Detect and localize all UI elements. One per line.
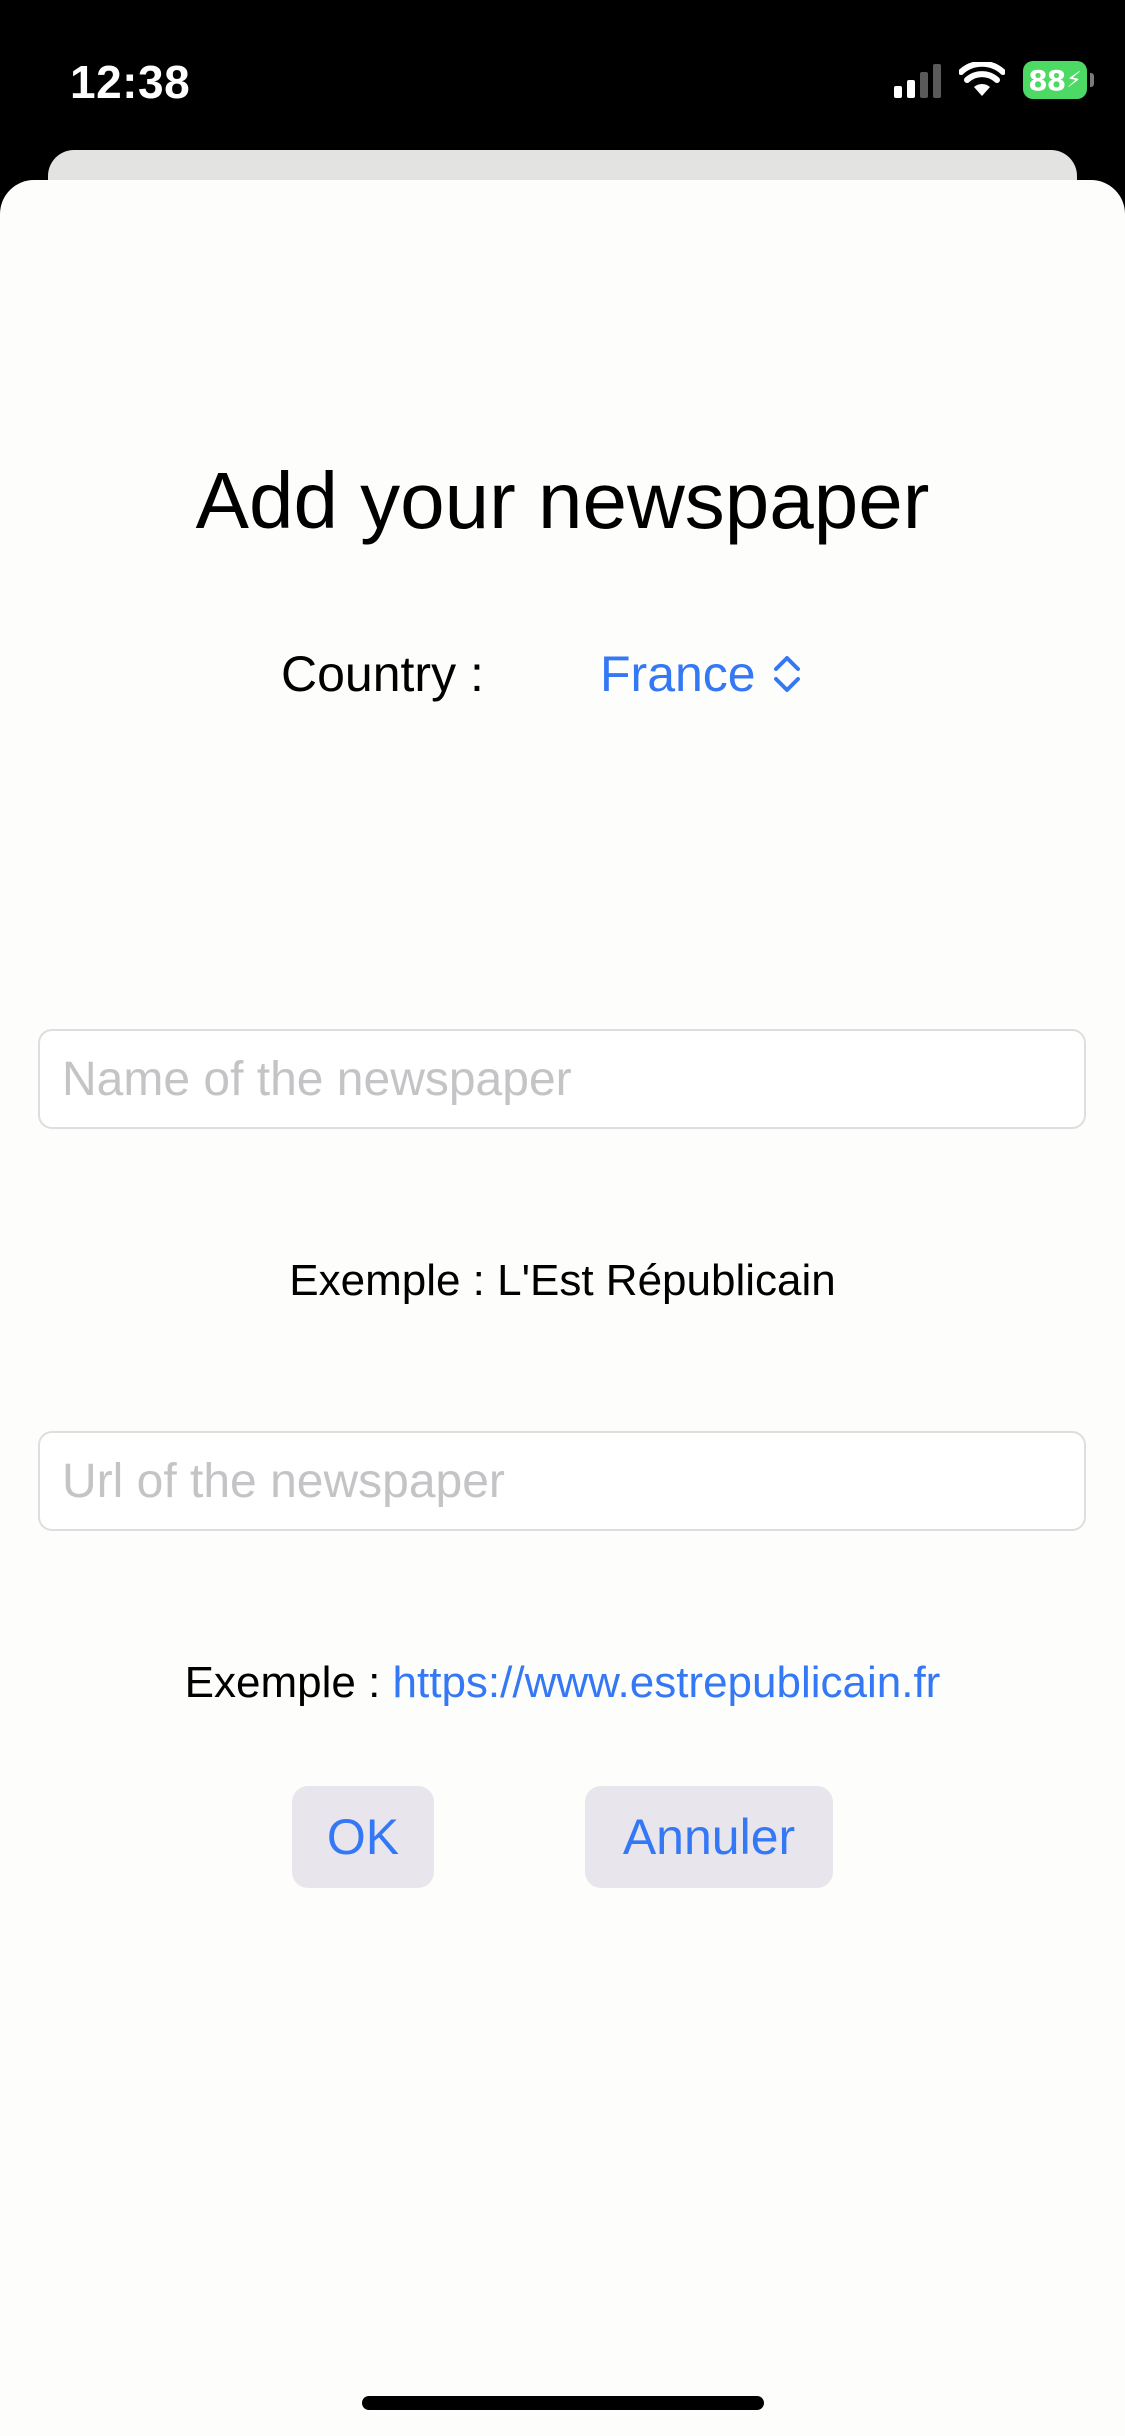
cellular-signal-icon bbox=[894, 62, 941, 98]
url-example-prefix: Exemple : bbox=[184, 1658, 393, 1707]
status-icons: 88 ⚡ bbox=[894, 58, 1094, 102]
country-row: Country : France bbox=[0, 645, 1125, 715]
ok-button[interactable]: OK bbox=[292, 1786, 434, 1888]
name-example-prefix: Exemple : bbox=[289, 1256, 498, 1305]
battery-charging-icon: 88 ⚡ bbox=[1023, 61, 1094, 99]
name-example: Exemple : L'Est Républicain bbox=[0, 1256, 1125, 1306]
battery-level: 88 bbox=[1028, 63, 1066, 97]
cancel-button[interactable]: Annuler bbox=[585, 1786, 833, 1888]
wifi-icon bbox=[959, 62, 1005, 96]
status-bar: 12:38 88 ⚡ bbox=[0, 0, 1125, 150]
newspaper-name-input[interactable] bbox=[38, 1029, 1086, 1129]
charging-bolt-icon: ⚡ bbox=[1066, 67, 1082, 92]
url-example: Exemple : https://www.estrepublicain.fr bbox=[0, 1658, 1125, 1708]
country-label: Country : bbox=[281, 646, 484, 702]
newspaper-url-input[interactable] bbox=[38, 1431, 1086, 1531]
url-example-link[interactable]: https://www.estrepublicain.fr bbox=[393, 1658, 941, 1707]
country-picker[interactable]: France bbox=[600, 645, 804, 703]
name-example-value: L'Est Républicain bbox=[497, 1256, 836, 1305]
country-value: France bbox=[600, 646, 756, 702]
page-title: Add your newspaper bbox=[195, 456, 930, 545]
home-indicator[interactable] bbox=[362, 2396, 764, 2410]
chevron-up-down-icon bbox=[773, 656, 800, 692]
status-time: 12:38 bbox=[70, 56, 191, 108]
